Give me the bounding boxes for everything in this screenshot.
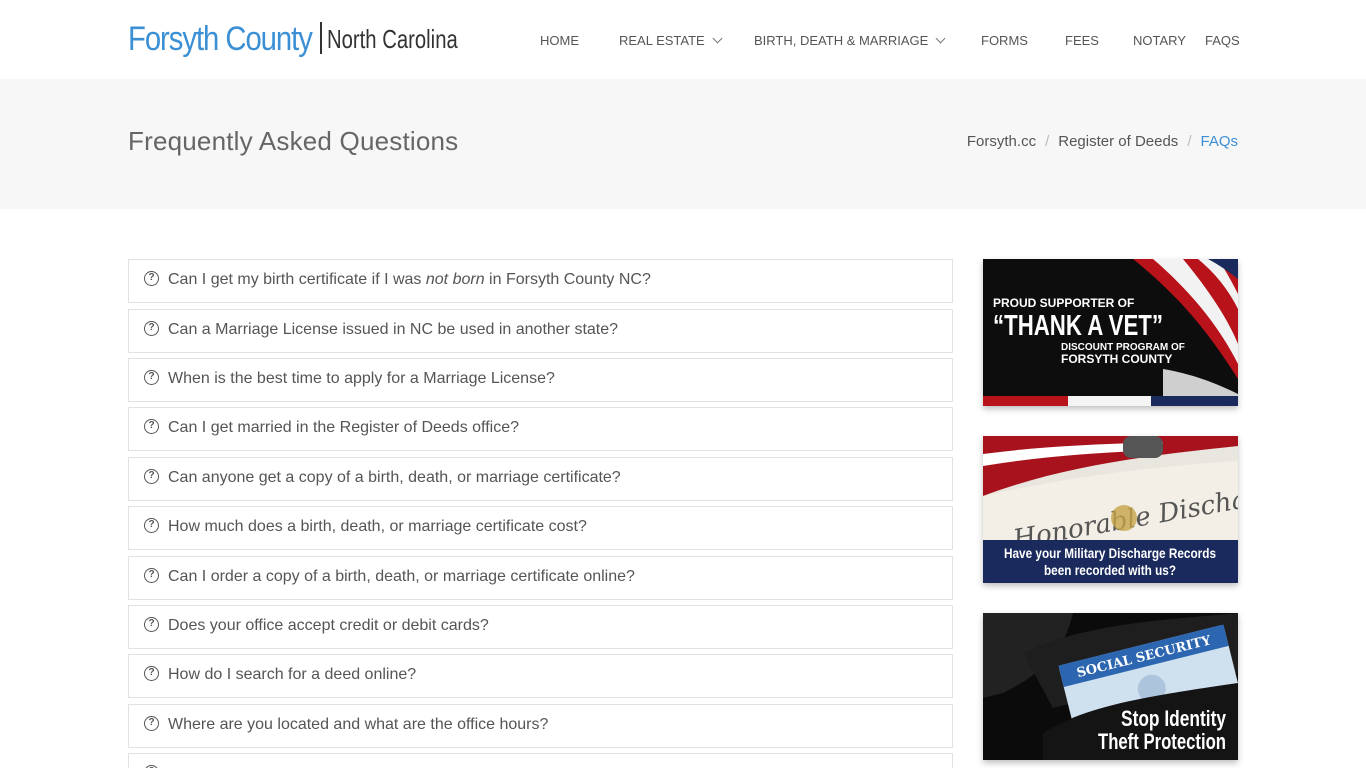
nav-real-estate-label: REAL ESTATE — [619, 33, 705, 48]
svg-text:FORSYTH COUNTY: FORSYTH COUNTY — [1061, 352, 1172, 366]
question-circle-icon: ? — [144, 568, 159, 583]
faq-item[interactable]: ? Can I order a copy of a birth, death, … — [128, 556, 953, 600]
thank-a-vet-graphic: PROUD SUPPORTER OF “THANK A VET” DISCOUN… — [983, 259, 1238, 406]
svg-text:Stop Identity: Stop Identity — [1121, 706, 1227, 731]
site-header: Forsyth County North Carolina HOME REAL … — [0, 0, 1366, 79]
nav-forms-label: FORMS — [981, 33, 1028, 48]
nav-fees-label: FEES — [1065, 33, 1099, 48]
nav-birth-death-marriage[interactable]: BIRTH, DEATH & MARRIAGE — [754, 33, 946, 48]
eagle-seal-icon — [1111, 505, 1137, 531]
nav-forms[interactable]: FORMS — [981, 33, 1028, 48]
breadcrumb: Forsyth.cc / Register of Deeds / FAQs — [967, 133, 1238, 150]
faq-item[interactable]: ? When is the best time to apply for a M… — [128, 358, 953, 402]
breadcrumb-forsyth[interactable]: Forsyth.cc — [967, 133, 1036, 150]
nav-real-estate[interactable]: REAL ESTATE — [619, 33, 723, 48]
nav-notary-label: NOTARY — [1133, 33, 1186, 48]
breadcrumb-faqs: FAQs — [1200, 133, 1238, 150]
faq-item[interactable]: ? Can I get married in the Register of D… — [128, 407, 953, 451]
identity-theft-graphic: SOCIAL SECURITY Stop Identity Theft Prot… — [983, 613, 1238, 760]
faq-question: How do I search for a deed online? — [168, 666, 417, 683]
faq-question: When is the best time to apply for a Mar… — [168, 370, 555, 387]
question-circle-icon: ? — [144, 518, 159, 533]
faq-item[interactable]: ? Can I get my birth certificate if I wa… — [128, 259, 953, 303]
faq-question: Can anyone get a copy of a birth, death,… — [168, 469, 621, 486]
faq-item[interactable]: ? Where are you located and what are the… — [128, 704, 953, 748]
svg-text:been recorded with us?: been recorded with us? — [1044, 562, 1176, 578]
faq-question: Can I get my birth certificate if I was … — [168, 271, 651, 288]
faq-question: Can a Marriage License issued in NC be u… — [168, 321, 619, 338]
question-circle-icon: ? — [144, 469, 159, 484]
faq-item[interactable]: ? Can a Marriage License issued in NC be… — [128, 309, 953, 353]
nav-notary[interactable]: NOTARY — [1133, 33, 1186, 48]
question-circle-icon: ? — [144, 419, 159, 434]
question-circle-icon: ? — [144, 370, 159, 385]
faq-question: Can I order a copy of a birth, death, or… — [168, 568, 635, 585]
breadcrumb-register-of-deeds[interactable]: Register of Deeds — [1058, 133, 1178, 150]
main-nav: HOME REAL ESTATE BIRTH, DEATH & MARRIAGE… — [0, 33, 1366, 51]
svg-text:“THANK A VET”: “THANK A VET” — [993, 310, 1163, 342]
page-title: Frequently Asked Questions — [128, 126, 459, 156]
faq-item[interactable]: ? — [128, 753, 953, 768]
nav-home-label: HOME — [540, 33, 579, 48]
nav-home[interactable]: HOME — [540, 33, 579, 48]
question-circle-icon: ? — [144, 617, 159, 632]
faq-question: Where are you located and what are the o… — [168, 716, 549, 733]
military-discharge-banner[interactable]: Honorable Discharge Have your Military D… — [983, 436, 1238, 583]
question-circle-icon: ? — [144, 321, 159, 336]
chevron-down-icon — [712, 33, 723, 43]
faq-item[interactable]: ? Does your office accept credit or debi… — [128, 605, 953, 649]
faq-item[interactable]: ? How much does a birth, death, or marri… — [128, 506, 953, 550]
faq-question: Can I get married in the Register of Dee… — [168, 419, 519, 436]
chevron-down-icon — [935, 33, 946, 43]
question-circle-icon: ? — [144, 666, 159, 681]
faq-question: Does your office accept credit or debit … — [168, 617, 489, 634]
breadcrumb-separator: / — [1187, 133, 1192, 150]
thank-a-vet-banner[interactable]: PROUD SUPPORTER OF “THANK A VET” DISCOUN… — [983, 259, 1238, 406]
faq-item[interactable]: ? How do I search for a deed online? — [128, 654, 953, 698]
nav-faqs-label: FAQS — [1205, 33, 1240, 48]
faq-item[interactable]: ? Can anyone get a copy of a birth, deat… — [128, 457, 953, 501]
dog-tag — [1123, 436, 1163, 458]
nav-fees[interactable]: FEES — [1065, 33, 1099, 48]
svg-text:Have your Military Discharge R: Have your Military Discharge Records — [1004, 545, 1216, 561]
question-circle-icon: ? — [144, 271, 159, 286]
nav-bdm-label: BIRTH, DEATH & MARRIAGE — [754, 33, 929, 48]
faq-question: How much does a birth, death, or marriag… — [168, 518, 587, 535]
svg-text:Theft Protection: Theft Protection — [1098, 729, 1226, 754]
breadcrumb-separator: / — [1045, 133, 1050, 150]
nav-faqs[interactable]: FAQS — [1205, 33, 1240, 48]
question-circle-icon: ? — [144, 716, 159, 731]
identity-theft-banner[interactable]: SOCIAL SECURITY Stop Identity Theft Prot… — [983, 613, 1238, 760]
military-discharge-graphic: Honorable Discharge Have your Military D… — [983, 436, 1238, 583]
svg-text:PROUD SUPPORTER OF: PROUD SUPPORTER OF — [993, 296, 1134, 310]
